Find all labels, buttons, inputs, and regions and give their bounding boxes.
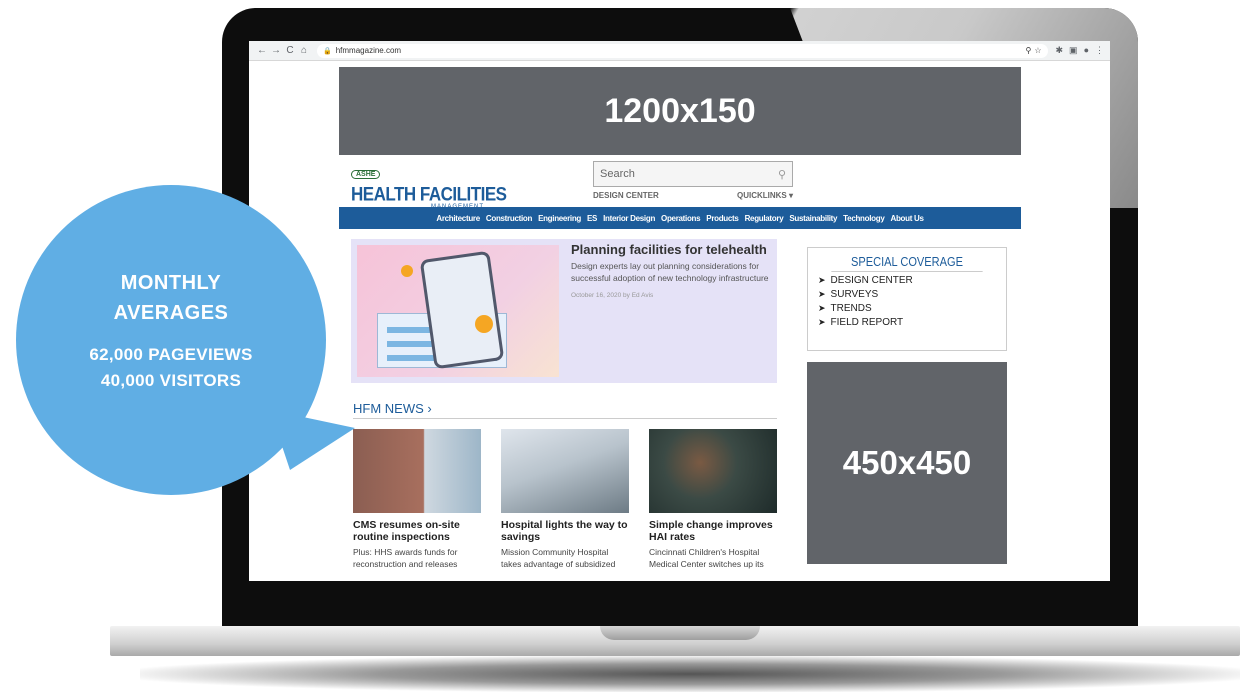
feature-story[interactable]: Planning facilities for telehealth Desig… [351,239,777,383]
side-banner-ad[interactable]: 450x450 [807,362,1007,564]
web-page: 1200x150 ASHE HEALTH FACILITIES MANAGEME… [339,67,1021,569]
arrow-icon: ➤ [818,303,826,313]
news-card-desc: Plus: HHS awards funds for reconstructio… [353,547,458,569]
callout-spacer [16,328,326,342]
logo-ashe: ASHE [351,170,381,179]
browser-toolbar: ← → C ⌂ 🔒 hfmmagazine.com ⚲ ☆ ✱ ▣ ● ⋮ [249,41,1110,61]
callout-title-line2: AVERAGES [113,302,229,324]
search-input[interactable]: Search ⚲ [593,161,793,187]
special-item-label: SURVEYS [830,289,879,300]
news-card-title[interactable]: CMS resumes on-site routine inspections [353,519,481,543]
signal-dot [401,265,413,277]
news-card-desc: Mission Community Hospital takes advanta… [501,547,616,569]
laptop-notch [600,626,760,640]
top-banner-ad[interactable]: 1200x150 [339,67,1021,155]
zoom-icon[interactable]: ⚲ [1025,46,1031,55]
news-card-title[interactable]: Hospital lights the way to savings [501,519,629,543]
wifi-icon [475,315,493,333]
nav-item-sustainability[interactable]: Sustainability [789,214,837,223]
nav-item-construction[interactable]: Construction [486,214,532,223]
special-item-design-center[interactable]: ➤ DESIGN CENTER [818,275,996,286]
news-image-bacteria[interactable] [649,429,777,513]
reload-button[interactable]: C [283,45,297,56]
callout-pageviews: 62,000 PAGEVIEWS [89,345,253,364]
laptop-screen: ← → C ⌂ 🔒 hfmmagazine.com ⚲ ☆ ✱ ▣ ● ⋮ 12… [249,41,1110,581]
news-grid: CMS resumes on-site routine inspections … [353,429,777,570]
profile-icon[interactable]: ● [1084,45,1089,56]
feature-text: Planning facilities for telehealth Desig… [571,243,771,299]
nav-item-regulatory[interactable]: Regulatory [745,214,784,223]
news-image-hospital-sign[interactable] [353,429,481,513]
special-item-field-report[interactable]: ➤ FIELD REPORT [818,317,996,328]
site-header: ASHE HEALTH FACILITIES MANAGEMENT Search… [339,155,1021,210]
arrow-icon: ➤ [818,275,826,285]
menu-icon[interactable]: ⋮ [1095,45,1104,56]
nav-item-engineering[interactable]: Engineering [538,214,581,223]
special-item-label: TRENDS [830,303,872,314]
special-item-label: FIELD REPORT [830,317,904,328]
feature-image[interactable] [357,245,559,377]
special-item-trends[interactable]: ➤ TRENDS [818,303,996,314]
laptop-shadow [140,656,1240,692]
news-card[interactable]: Hospital lights the way to savings Missi… [501,429,629,570]
nav-item-products[interactable]: Products [706,214,739,223]
star-icon[interactable]: ☆ [1034,46,1041,55]
nav-item-operations[interactable]: Operations [661,214,701,223]
lock-icon: 🔒 [323,47,332,55]
address-bar[interactable]: 🔒 hfmmagazine.com ⚲ ☆ [317,43,1048,58]
callout-visitors: 40,000 VISITORS [100,371,242,390]
url-text: hfmmagazine.com [335,46,402,55]
cast-icon[interactable]: ▣ [1069,45,1078,56]
back-button[interactable]: ← [255,45,269,56]
nav-item-about-us[interactable]: About Us [890,214,923,223]
nav-item-interior-design[interactable]: Interior Design [603,214,655,223]
arrow-icon: ➤ [818,289,826,299]
design-center-link[interactable]: DESIGN CENTER [593,191,659,200]
feature-description: Design experts lay out planning consider… [571,261,769,283]
search-placeholder: Search [600,168,635,180]
news-card-title[interactable]: Simple change improves HAI rates [649,519,777,543]
news-card-desc: Cincinnati Children's Hospital Medical C… [649,547,764,569]
callout-title-line1: MONTHLY [120,272,222,294]
main-navigation: Architecture Construction Engineering ES… [339,207,1021,229]
news-card[interactable]: CMS resumes on-site routine inspections … [353,429,481,570]
nav-item-es[interactable]: ES [587,214,597,223]
special-item-label: DESIGN CENTER [830,275,913,286]
news-image-lights[interactable] [501,429,629,513]
site-logo[interactable]: ASHE HEALTH FACILITIES MANAGEMENT [351,163,507,210]
news-card[interactable]: Simple change improves HAI rates Cincinn… [649,429,777,570]
quicklinks-dropdown[interactable]: QUICKLINKS ▾ [737,191,793,200]
hfm-news-heading[interactable]: HFM NEWS › [353,401,777,419]
feature-date: October 16, 2020 by Ed Avis [571,292,654,299]
forward-button[interactable]: → [269,45,283,56]
logo-name: HEALTH FACILITIES [351,183,507,205]
nav-item-technology[interactable]: Technology [843,214,885,223]
feature-title[interactable]: Planning facilities for telehealth [571,243,771,256]
special-item-surveys[interactable]: ➤ SURVEYS [818,289,996,300]
special-coverage-box: SPECIAL COVERAGE ➤ DESIGN CENTER ➤ SURVE… [807,247,1007,351]
arrow-icon: ➤ [818,317,826,327]
nav-item-architecture[interactable]: Architecture [436,214,480,223]
home-button[interactable]: ⌂ [297,45,311,56]
phone-illustration [419,250,505,370]
search-icon[interactable]: ⚲ [778,168,786,181]
special-coverage-title: SPECIAL COVERAGE [831,254,983,272]
header-links: DESIGN CENTER QUICKLINKS ▾ [593,191,793,200]
callout-text: MONTHLY AVERAGES 62,000 PAGEVIEWS 40,000… [16,268,326,394]
extensions-icon[interactable]: ✱ [1056,45,1064,56]
